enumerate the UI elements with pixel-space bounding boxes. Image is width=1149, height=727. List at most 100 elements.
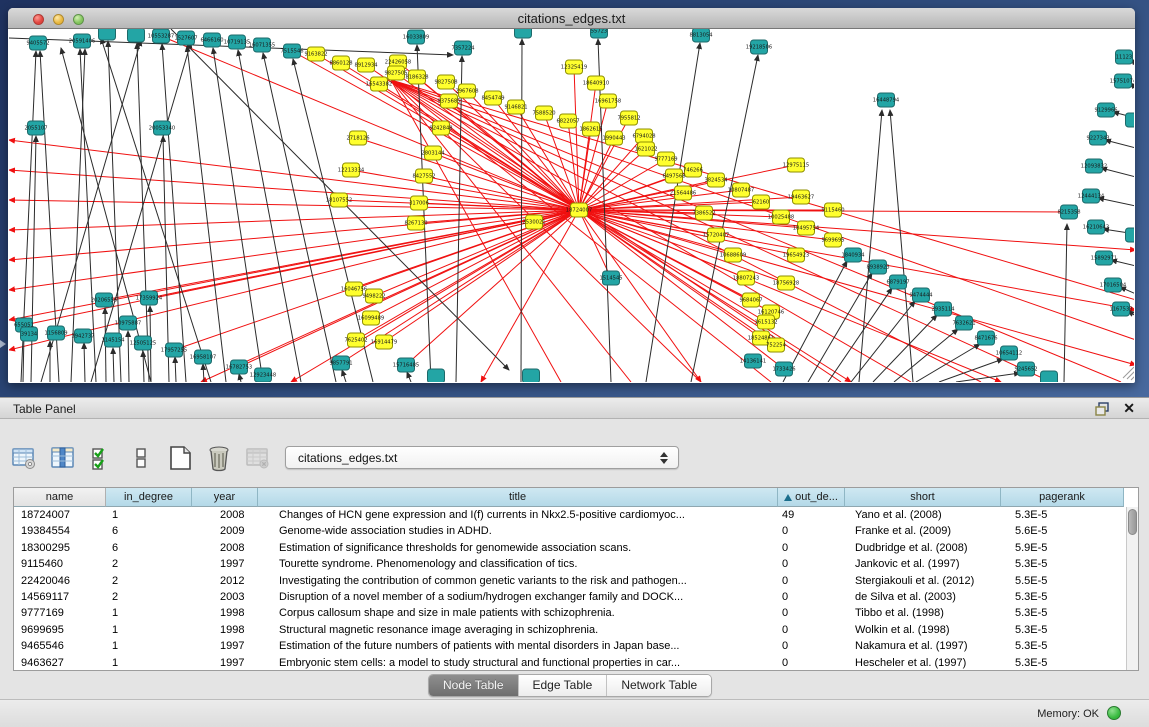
network-node[interactable]: 6879197 bbox=[886, 275, 909, 289]
column-header-short[interactable]: short bbox=[845, 488, 1001, 507]
network-node[interactable]: 19463627 bbox=[788, 190, 814, 204]
network-node[interactable]: 9857791 bbox=[329, 356, 352, 370]
network-canvas[interactable]: 9163822886012889129342242605898275051654… bbox=[9, 29, 1134, 382]
network-node[interactable]: 9777169 bbox=[654, 152, 677, 166]
network-node[interactable]: 16448794 bbox=[873, 93, 900, 107]
network-node[interactable]: 8912934 bbox=[354, 58, 378, 72]
network-node[interactable]: 9827508 bbox=[434, 75, 457, 89]
column-header-title[interactable]: title bbox=[258, 488, 778, 507]
new-table-icon[interactable] bbox=[166, 444, 194, 472]
network-node[interactable]: 9115460 bbox=[821, 203, 844, 217]
table-row[interactable]: 1830029562008Estimation of significance … bbox=[14, 540, 1126, 556]
network-node[interactable]: 3824534 bbox=[704, 173, 728, 187]
table-row[interactable]: 969969511998Structural magnetic resonanc… bbox=[14, 622, 1126, 638]
network-node[interactable]: 11123 bbox=[1116, 50, 1133, 64]
network-node[interactable]: 9242848 bbox=[429, 121, 452, 135]
network-node[interactable]: 9146821 bbox=[504, 100, 527, 114]
network-node[interactable]: 16033809 bbox=[403, 30, 429, 44]
network-node[interactable]: 9405572 bbox=[26, 36, 49, 50]
network-node[interactable] bbox=[1041, 371, 1058, 382]
network-node[interactable]: 1167533 bbox=[1109, 302, 1132, 316]
network-node[interactable]: 14136141 bbox=[740, 354, 766, 368]
delete-table-icon[interactable] bbox=[205, 444, 233, 472]
network-node[interactable]: 2803144 bbox=[421, 146, 445, 160]
network-node[interactable]: 8938923 bbox=[866, 260, 889, 274]
select-rows-check-icon[interactable] bbox=[88, 444, 116, 472]
network-node[interactable]: 3942737 bbox=[71, 329, 94, 343]
network-node[interactable]: 15892971 bbox=[1091, 251, 1117, 265]
network-node[interactable]: 7386522 bbox=[692, 206, 715, 220]
network-node[interactable] bbox=[1126, 113, 1135, 127]
network-node[interactable]: 752254 bbox=[766, 338, 787, 352]
column-header-out_degree[interactable]: out_de... bbox=[778, 488, 845, 507]
network-node[interactable]: 9699695 bbox=[821, 233, 844, 247]
tab-node-table[interactable]: Node Table bbox=[429, 675, 519, 696]
network-node[interactable]: 7588520 bbox=[532, 106, 555, 120]
network-node[interactable]: 9474444 bbox=[909, 288, 933, 302]
network-node[interactable]: 12213334 bbox=[338, 163, 365, 177]
window-titlebar[interactable]: citations_edges.txt bbox=[8, 8, 1135, 29]
network-node[interactable]: 1621022 bbox=[634, 142, 657, 156]
network-node[interactable]: 1514545 bbox=[599, 271, 622, 285]
table-row[interactable]: 977716911998Corpus callosum shape and si… bbox=[14, 605, 1126, 621]
network-node[interactable]: 10025488 bbox=[768, 210, 794, 224]
network-node[interactable]: 16961758 bbox=[595, 94, 621, 108]
network-node[interactable]: 6822057 bbox=[556, 114, 579, 128]
network-node[interactable]: 8267130 bbox=[404, 216, 427, 230]
network-node[interactable]: 15751074 bbox=[1110, 74, 1134, 88]
network-node[interactable]: 1862615 bbox=[579, 122, 602, 136]
network-node[interactable]: 9245652 bbox=[1014, 362, 1037, 376]
network-node[interactable] bbox=[1126, 228, 1135, 242]
tab-network-table[interactable]: Network Table bbox=[607, 675, 711, 696]
network-node[interactable]: 62160 bbox=[753, 195, 770, 209]
table-row[interactable]: 1938455462009Genome-wide association stu… bbox=[14, 523, 1126, 539]
cell-options-icon[interactable] bbox=[127, 444, 155, 472]
network-node[interactable]: 8454749 bbox=[481, 91, 504, 105]
column-header-name[interactable]: name bbox=[14, 488, 106, 507]
memory-status-indicator-icon[interactable] bbox=[1107, 706, 1121, 720]
network-node[interactable]: 55723 bbox=[591, 29, 608, 38]
network-node[interactable]: 16958107 bbox=[190, 350, 216, 364]
table-row[interactable]: 2242004622012Investigating the contribut… bbox=[14, 573, 1126, 589]
network-node[interactable]: 8186328 bbox=[405, 70, 428, 84]
network-node[interactable]: 39134 bbox=[21, 327, 38, 341]
network-node[interactable]: 12975115 bbox=[783, 158, 809, 172]
network-node[interactable]: 2718126 bbox=[346, 131, 369, 145]
table-row[interactable]: 911546021997Tourette syndrome. Phenomeno… bbox=[14, 556, 1126, 572]
network-node[interactable]: 9163822 bbox=[304, 47, 327, 61]
network-node[interactable] bbox=[515, 29, 532, 38]
network-node[interactable]: 18807243 bbox=[733, 271, 759, 285]
network-node[interactable]: 8471676 bbox=[974, 331, 997, 345]
table-selector-dropdown[interactable]: citations_edges.txt bbox=[285, 446, 679, 469]
close-panel-icon[interactable]: ✕ bbox=[1123, 400, 1135, 417]
network-node[interactable]: 20053340 bbox=[149, 121, 175, 135]
network-node[interactable]: 7632621 bbox=[952, 316, 975, 330]
column-header-year[interactable]: year bbox=[192, 488, 258, 507]
network-node[interactable] bbox=[128, 29, 145, 42]
network-node[interactable]: 12444134 bbox=[1078, 189, 1105, 203]
network-node[interactable]: 12325419 bbox=[561, 60, 587, 74]
network-node[interactable]: 19218506 bbox=[746, 40, 772, 54]
network-node[interactable]: 9227343 bbox=[1086, 131, 1109, 145]
table-row[interactable]: 946554611997Estimation of the future num… bbox=[14, 638, 1126, 654]
network-node[interactable]: 1615132 bbox=[754, 315, 777, 329]
network-node[interactable]: 9684067 bbox=[739, 293, 762, 307]
network-node[interactable]: 12923448 bbox=[250, 368, 276, 382]
column-header-pagerank[interactable]: pagerank bbox=[1001, 488, 1124, 507]
network-node[interactable]: 16782753 bbox=[226, 360, 252, 374]
select-columns-icon[interactable] bbox=[49, 444, 77, 472]
network-node[interactable]: 2967608 bbox=[455, 84, 478, 98]
network-node[interactable]: 7515546 bbox=[280, 44, 303, 58]
network-node[interactable]: 10654112 bbox=[996, 346, 1022, 360]
column-header-in_degree[interactable]: in_degree bbox=[106, 488, 192, 507]
network-node[interactable]: 8860128 bbox=[329, 56, 352, 70]
network-node[interactable]: 18495754 bbox=[793, 221, 820, 235]
network-node[interactable]: 1990443 bbox=[602, 131, 625, 145]
network-node[interactable]: 16914479 bbox=[371, 335, 397, 349]
network-node[interactable]: 7357224 bbox=[451, 41, 475, 55]
network-node[interactable]: 9375685 bbox=[437, 94, 460, 108]
network-node[interactable]: 16210643 bbox=[1083, 220, 1109, 234]
table-row[interactable]: 1872400712008Changes of HCN gene express… bbox=[14, 507, 1126, 523]
table-row[interactable]: 946362711997Embryonic stem cells: a mode… bbox=[14, 655, 1126, 670]
network-node[interactable]: 18107552 bbox=[326, 193, 352, 207]
